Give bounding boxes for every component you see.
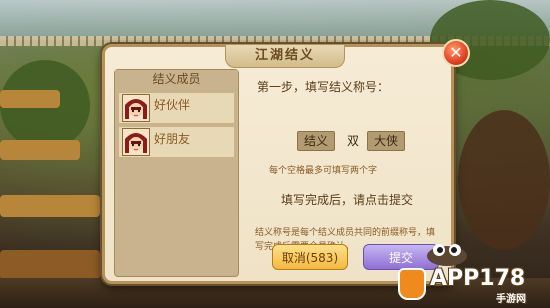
pagoda-building (0, 20, 110, 308)
member-name: 好伙伴 (154, 98, 191, 112)
site-watermark: APP178 手游网 (390, 258, 550, 308)
close-button[interactable]: ✕ (442, 39, 470, 67)
title-second-part-input[interactable]: 大侠 (367, 131, 405, 151)
hero-avatar (122, 128, 150, 156)
title-first-part-input[interactable]: 结义 (297, 131, 335, 151)
hero-avatar (122, 94, 150, 122)
step-instruction: 第一步，填写结义称号： (257, 80, 390, 94)
dialog-title: 江湖结义 (225, 45, 345, 68)
watermark-subtext: 手游网 (496, 294, 526, 305)
member-list: 好伙伴 好朋友 (118, 92, 235, 160)
member-panel: 结义成员 好伙伴 好朋友 (114, 69, 239, 277)
sworn-brotherhood-dialog: 江湖结义 ✕ 结义成员 好伙伴 好朋友 第一步，填写结义称号： 结义 双 大侠 … (102, 39, 470, 284)
title-middle-char: 双 (347, 134, 360, 148)
cancel-button[interactable]: 取消(583) (272, 244, 348, 270)
member-item[interactable]: 好朋友 (118, 126, 235, 158)
close-x-icon: ✕ (449, 43, 463, 62)
member-name: 好朋友 (154, 132, 191, 146)
watermark-logo-icon (398, 268, 426, 300)
member-panel-header: 结义成员 (115, 70, 238, 89)
temple-wall (458, 110, 550, 250)
title-name-row: 结义 双 大侠 (275, 131, 425, 153)
submit-hint: 填写完成后，请点击提交 (281, 193, 414, 207)
member-item[interactable]: 好伙伴 (118, 92, 235, 124)
char-limit-hint: 每个空格最多可填写两个字 (269, 166, 378, 176)
watermark-text: APP178 (430, 266, 526, 291)
